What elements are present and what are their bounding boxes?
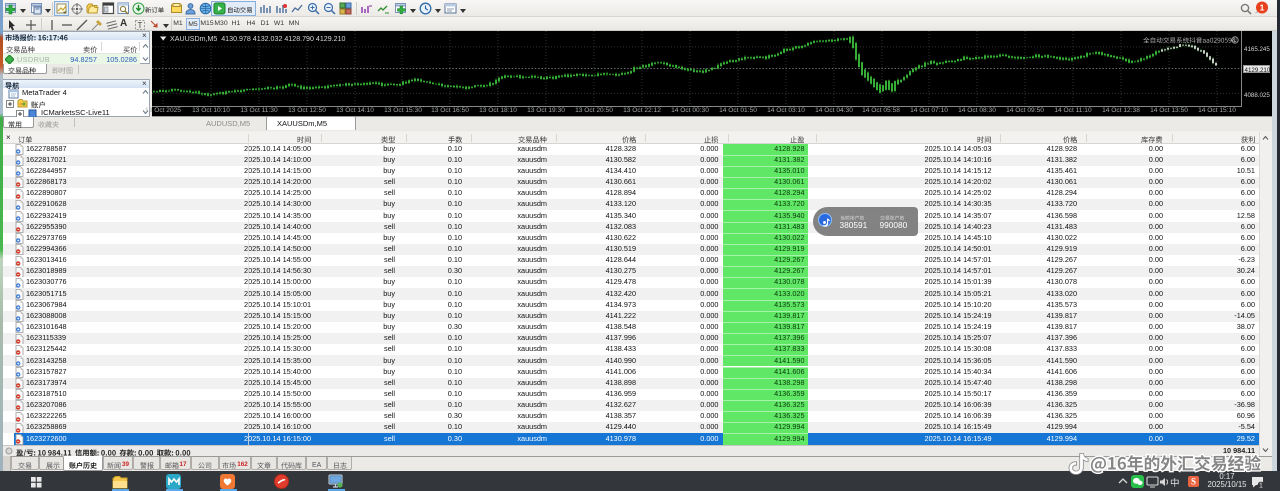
svg-text:1: 1 xyxy=(1260,2,1265,12)
svg-text:1: 1 xyxy=(1259,483,1263,489)
svg-text:T: T xyxy=(138,21,143,30)
